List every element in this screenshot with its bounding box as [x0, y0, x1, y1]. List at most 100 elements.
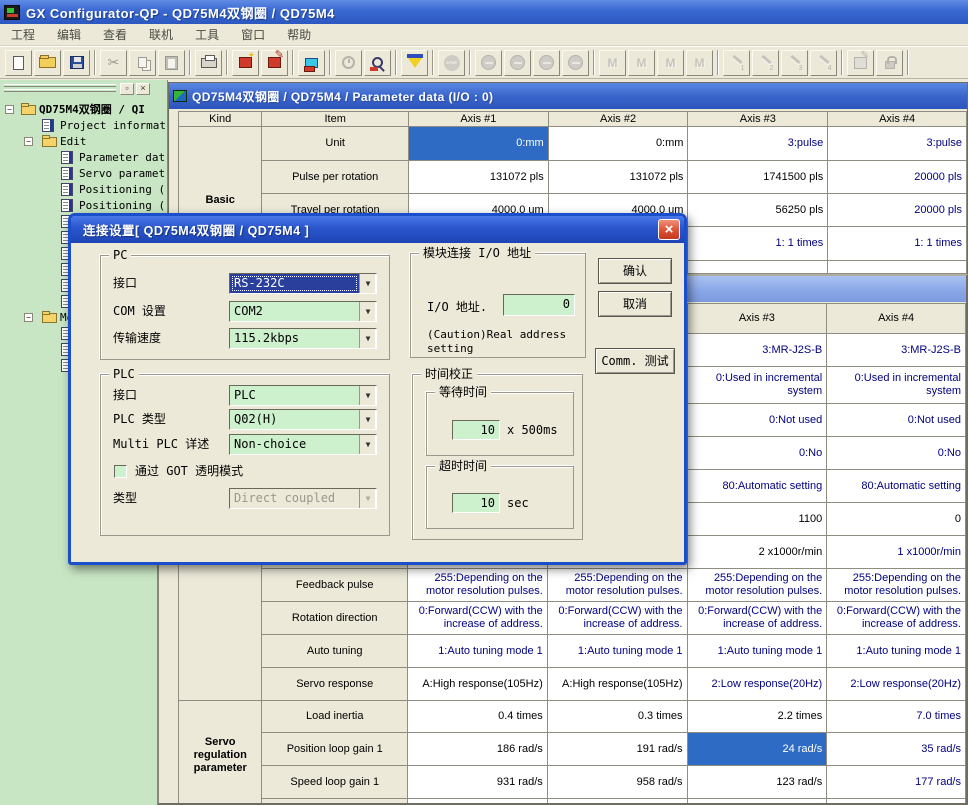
cell-axis3[interactable]: 123 rad/s — [687, 766, 827, 799]
plc-interface-combo[interactable]: PLC ▼ — [229, 385, 377, 406]
close-panel-icon[interactable]: × — [136, 83, 150, 95]
cell-axis1[interactable]: 0:Forward(CCW) with the increase of addr… — [408, 602, 548, 635]
timeout-field[interactable]: 10 — [452, 493, 500, 513]
wait-time-field[interactable]: 10 — [452, 420, 500, 440]
cell-axis2[interactable]: 0.3 times — [547, 701, 687, 733]
toolbar-button-open[interactable] — [34, 50, 61, 76]
cell-axis3[interactable]: 0:Not used — [687, 404, 827, 437]
collapse-icon[interactable]: − — [5, 105, 14, 114]
cell-axis2[interactable]: 958 rad/s — [547, 766, 687, 799]
parameter-window-titlebar[interactable]: QD75M4双钢圈 / QD75M4 / Parameter data (I/O… — [169, 83, 967, 109]
pc-interface-combo[interactable]: RS-232C ▼ — [229, 273, 377, 294]
menu-window[interactable]: 窗口 — [230, 24, 276, 45]
cell-axis4[interactable]: 2:Low response(20Hz) — [827, 668, 966, 701]
tree-panel-header[interactable]: ▫ × — [2, 83, 164, 97]
toolbar-button-edit-write[interactable] — [261, 50, 288, 76]
cell-axis1[interactable]: 255:Depending on the motor resolution pu… — [408, 569, 548, 602]
toolbar-button-print[interactable] — [195, 50, 222, 76]
cell-axis3[interactable] — [688, 261, 828, 274]
collapse-icon[interactable]: − — [24, 137, 33, 146]
toolbar-button-module-search[interactable] — [364, 50, 391, 76]
cell-axis1[interactable]: 1:Auto tuning mode 1 — [408, 635, 548, 668]
tree-item[interactable]: −QD75M4双钢圈 / QI — [0, 102, 167, 118]
cell-axis3[interactable]: 1741500 pls — [688, 161, 828, 194]
menu-help[interactable]: 帮助 — [276, 24, 322, 45]
cell-axis4[interactable]: 3:MR-J2S-B — [827, 334, 966, 367]
dialog-titlebar[interactable]: 连接设置[ QD75M4双钢圈 / QD75M4 ] × — [71, 216, 684, 243]
cell-axis3[interactable]: 2 x1000r/min — [687, 536, 827, 569]
collapse-icon[interactable]: − — [24, 313, 33, 322]
com-setting-combo[interactable]: COM2 ▼ — [229, 301, 377, 322]
cell-axis2[interactable]: A:High response(105Hz) — [547, 668, 687, 701]
cell-axis2[interactable] — [547, 799, 687, 804]
cell-axis3[interactable]: 80:Automatic setting — [687, 470, 827, 503]
close-icon[interactable]: × — [658, 219, 680, 240]
cell-axis3[interactable]: 24 rad/s — [687, 733, 827, 766]
cell-axis3[interactable]: 56250 pls — [688, 194, 828, 227]
cell-axis4[interactable]: 1 x1000r/min — [827, 536, 966, 569]
got-transparent-checkbox[interactable] — [114, 465, 127, 478]
cell-axis3[interactable]: 0:Forward(CCW) with the increase of addr… — [687, 602, 827, 635]
menu-project[interactable]: 工程 — [0, 24, 46, 45]
main-titlebar[interactable]: GX Configurator-QP - QD75M4双钢圈 / QD75M4 — [0, 0, 968, 24]
toolbar-button-save[interactable] — [63, 50, 90, 76]
menu-edit[interactable]: 编辑 — [46, 24, 92, 45]
cell-axis4[interactable] — [827, 799, 966, 804]
restore-panel-icon[interactable]: ▫ — [120, 83, 134, 95]
plc-type-combo[interactable]: Q02(H) ▼ — [229, 409, 377, 430]
cell-axis2[interactable]: 1:Auto tuning mode 1 — [547, 635, 687, 668]
cell-axis3[interactable]: 3:pulse — [688, 127, 828, 161]
chevron-down-icon[interactable]: ▼ — [359, 329, 376, 348]
cell-axis1[interactable]: 0:mm — [409, 127, 549, 161]
tree-item[interactable]: Positioning ( — [0, 182, 167, 198]
cell-axis4[interactable]: 20000 pls — [828, 161, 967, 194]
cell-axis3[interactable]: 3:MR-J2S-B — [687, 334, 827, 367]
cell-axis3[interactable]: 2:Low response(20Hz) — [687, 668, 827, 701]
cell-axis4[interactable]: 0 — [827, 503, 966, 536]
cell-axis1[interactable]: 186 rad/s — [408, 733, 548, 766]
cell-axis3[interactable]: 1: 1 times — [688, 227, 828, 261]
comm-test-button[interactable]: Comm. 测试 — [595, 348, 675, 374]
cell-axis4[interactable]: 177 rad/s — [827, 766, 966, 799]
cell-axis2[interactable]: 131072 pls — [548, 161, 688, 194]
cell-axis4[interactable]: 0:No — [827, 437, 966, 470]
cell-axis4[interactable]: 7.0 times — [827, 701, 966, 733]
chevron-down-icon[interactable]: ▼ — [359, 274, 376, 293]
chevron-down-icon[interactable]: ▼ — [359, 302, 376, 321]
toolbar-button-new[interactable] — [5, 50, 32, 76]
tree-item[interactable]: −Edit — [0, 134, 167, 150]
cell-axis1[interactable]: 931 rad/s — [408, 766, 548, 799]
cell-axis4[interactable]: 1:Auto tuning mode 1 — [827, 635, 966, 668]
menu-tools[interactable]: 工具 — [184, 24, 230, 45]
cell-axis2[interactable]: 191 rad/s — [547, 733, 687, 766]
cell-axis4[interactable] — [828, 261, 967, 274]
cell-axis3[interactable]: 2.2 times — [687, 701, 827, 733]
cell-axis3[interactable]: 0:Used in incremental system — [687, 367, 827, 404]
cell-axis1[interactable] — [408, 799, 548, 804]
toolbar-button-download[interactable] — [401, 50, 428, 76]
cell-axis4[interactable]: 1: 1 times — [828, 227, 967, 261]
cell-axis2[interactable]: 0:Forward(CCW) with the increase of addr… — [547, 602, 687, 635]
menu-online[interactable]: 联机 — [138, 24, 184, 45]
toolbar-button-transfer[interactable] — [298, 50, 325, 76]
tree-item[interactable]: Parameter dat — [0, 150, 167, 166]
cell-axis4[interactable]: 0:Not used — [827, 404, 966, 437]
cell-axis4[interactable]: 20000 pls — [828, 194, 967, 227]
cell-axis3[interactable]: 1100 — [687, 503, 827, 536]
tree-item[interactable]: Project informat — [0, 118, 167, 134]
cell-axis4[interactable]: 3:pulse — [828, 127, 967, 161]
cell-axis1[interactable]: 131072 pls — [409, 161, 549, 194]
cell-axis4[interactable]: 0:Used in incremental system — [827, 367, 966, 404]
cell-axis4[interactable]: 80:Automatic setting — [827, 470, 966, 503]
cell-axis1[interactable]: 0.4 times — [408, 701, 548, 733]
cell-axis3[interactable] — [687, 799, 827, 804]
menu-view[interactable]: 查看 — [92, 24, 138, 45]
cell-axis3[interactable]: 255:Depending on the motor resolution pu… — [687, 569, 827, 602]
cell-axis1[interactable]: A:High response(105Hz) — [408, 668, 548, 701]
tree-item[interactable]: Servo paramet — [0, 166, 167, 182]
cancel-button[interactable]: 取消 — [598, 291, 672, 317]
cell-axis2[interactable]: 0:mm — [548, 127, 688, 161]
cell-axis4[interactable]: 255:Depending on the motor resolution pu… — [827, 569, 966, 602]
cell-axis3[interactable]: 0:No — [687, 437, 827, 470]
baud-rate-combo[interactable]: 115.2kbps ▼ — [229, 328, 377, 349]
